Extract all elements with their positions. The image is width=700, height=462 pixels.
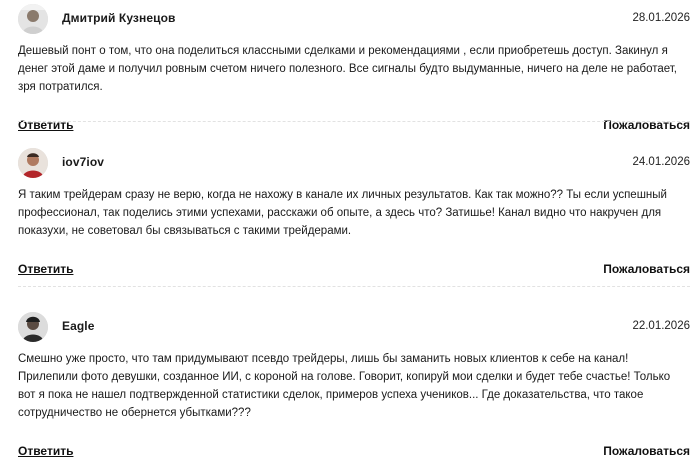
avatar[interactable] xyxy=(18,4,48,34)
report-link[interactable]: Пожаловаться xyxy=(603,444,690,458)
comment-divider xyxy=(18,121,690,122)
comment-item: iov7iov 24.01.2026 Я таким трейдерам сра… xyxy=(18,148,690,280)
reply-link[interactable]: Ответить xyxy=(18,262,73,276)
comment-author: Eagle xyxy=(62,319,95,333)
comment-text: Дешевый понт о том, что она поделиться к… xyxy=(18,45,677,93)
comment-header: Дмитрий Кузнецов 28.01.2026 xyxy=(18,4,690,34)
avatar[interactable] xyxy=(18,148,48,178)
avatar[interactable] xyxy=(18,312,48,342)
user-photo-icon xyxy=(18,312,48,342)
comment-text: Я таким трейдерам сразу не верю, когда н… xyxy=(18,189,667,237)
comment-date: 24.01.2026 xyxy=(632,156,690,168)
comment-actions: Ответить Пожаловаться xyxy=(18,444,690,462)
user-photo-icon xyxy=(18,148,48,178)
comment-text: Смешно уже просто, что там придумывают п… xyxy=(18,353,671,419)
comment-header: iov7iov 24.01.2026 xyxy=(18,148,690,178)
comment-date: 28.01.2026 xyxy=(632,12,690,24)
comment-item: Дмитрий Кузнецов 28.01.2026 Дешевый понт… xyxy=(18,4,690,136)
comment-header: Eagle 22.01.2026 xyxy=(18,312,690,342)
comment-divider xyxy=(18,286,690,287)
comment-author: Дмитрий Кузнецов xyxy=(62,11,176,25)
reply-link[interactable]: Ответить xyxy=(18,444,73,458)
comment-author: iov7iov xyxy=(62,155,105,169)
comment-item: Eagle 22.01.2026 Смешно уже просто, что … xyxy=(18,312,690,462)
report-link[interactable]: Пожаловаться xyxy=(603,262,690,276)
comment-date: 22.01.2026 xyxy=(632,320,690,332)
user-photo-icon xyxy=(18,4,48,34)
comment-actions: Ответить Пожаловаться xyxy=(18,262,690,280)
